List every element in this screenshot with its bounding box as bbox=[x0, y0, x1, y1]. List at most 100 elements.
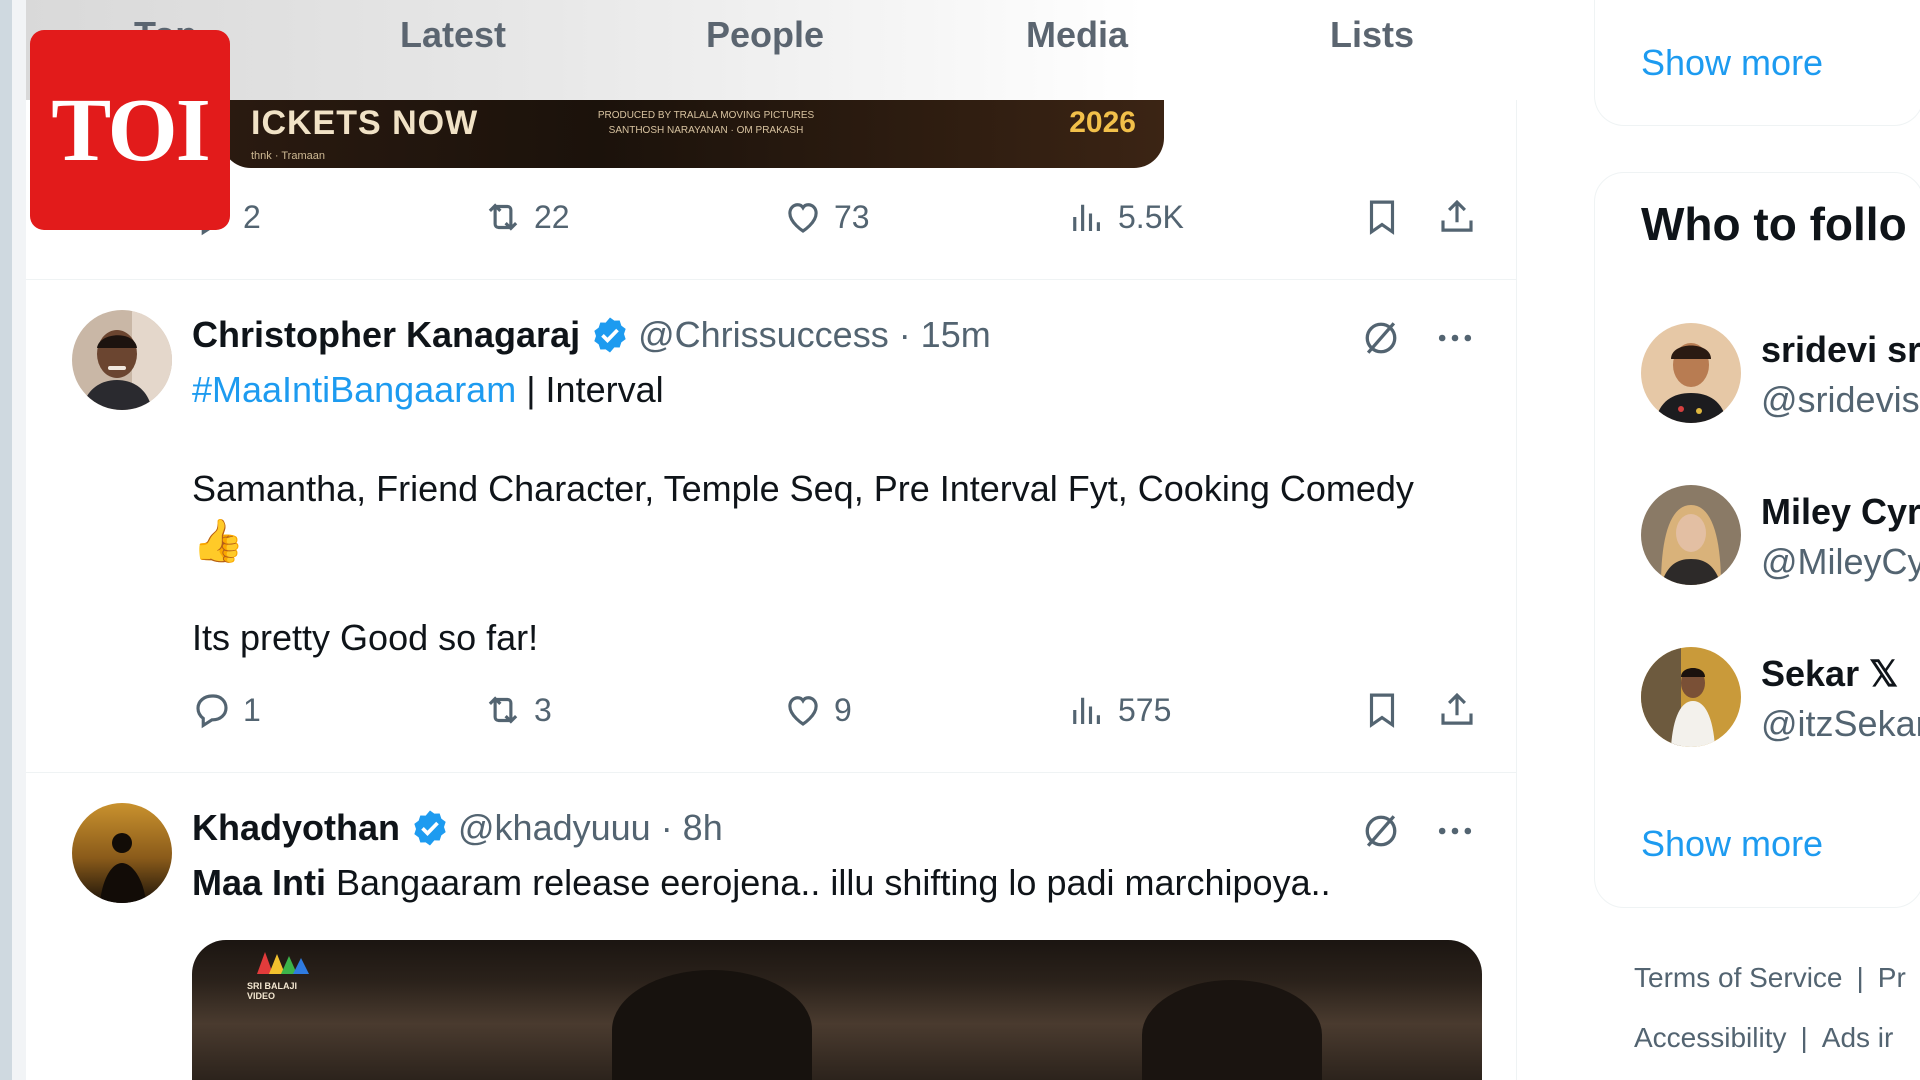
more-options-icon[interactable] bbox=[1433, 316, 1477, 360]
promo-logos: thnk · Tramaan bbox=[251, 150, 325, 162]
promo-year: 2026 bbox=[1069, 106, 1136, 139]
like-count: 9 bbox=[834, 691, 852, 728]
tweet-media-promo-poster[interactable]: ICKETS NOW PRODUCED BY TRALALA MOVING PI… bbox=[221, 100, 1164, 168]
repost-count: 22 bbox=[534, 198, 570, 235]
view-count: 575 bbox=[1118, 691, 1172, 728]
suggestion-handle: @itzSekar bbox=[1761, 703, 1920, 744]
footer-links-row-1: Terms of Service | Pr bbox=[1634, 962, 1906, 994]
show-more-link[interactable]: Show more bbox=[1641, 42, 1823, 84]
reply-count: 2 bbox=[243, 198, 261, 235]
promo-credits-line1: PRODUCED BY TRALALA MOVING PICTURES bbox=[597, 110, 815, 121]
search-tabs: Top Latest People Media Lists bbox=[26, 0, 1517, 100]
tab-lists[interactable]: Lists bbox=[1330, 14, 1414, 56]
grok-icon[interactable] bbox=[1359, 316, 1403, 360]
tab-people[interactable]: People bbox=[706, 14, 824, 56]
views-button[interactable]: 575 bbox=[1066, 689, 1171, 731]
view-count: 5.5K bbox=[1118, 198, 1184, 235]
author-handle-time[interactable]: @Chrissuccess · 15m bbox=[638, 314, 991, 356]
footer-separator: | bbox=[1800, 1022, 1808, 1053]
tweet-text: Maa Inti Bangaaram release eerojena.. il… bbox=[192, 857, 1482, 909]
suggestion-name: Sekar 𝕏 bbox=[1761, 653, 1899, 694]
reply-icon bbox=[196, 694, 228, 729]
heart-icon bbox=[788, 203, 818, 233]
tweet-text-line3: Its pretty Good so far! bbox=[192, 617, 539, 658]
video-frame-figure bbox=[612, 970, 812, 1080]
video-watermark-logo: SRI BALAJI VIDEO bbox=[247, 948, 317, 1001]
tweet-header: Christopher Kanagaraj @Chrissuccess · 15… bbox=[192, 314, 991, 356]
suggestion-name: Miley Cyr bbox=[1761, 491, 1920, 532]
right-sidebar: Show more Who to follo sridevi sr @sride… bbox=[1517, 0, 1920, 1080]
tweet-media-video[interactable]: SRI BALAJI VIDEO bbox=[192, 940, 1482, 1080]
bookmark-icon bbox=[1369, 200, 1395, 235]
ads-info-link[interactable]: Ads ir bbox=[1822, 1022, 1894, 1053]
share-button[interactable] bbox=[1436, 196, 1478, 238]
tweet-text-spacer bbox=[192, 416, 1482, 463]
like-count: 73 bbox=[834, 198, 870, 235]
bookmark-button[interactable] bbox=[1361, 196, 1403, 238]
accessibility-link[interactable]: Accessibility bbox=[1634, 1022, 1786, 1053]
main-timeline: Top Latest People Media Lists ICKETS NOW… bbox=[26, 0, 1517, 1080]
share-icon bbox=[1441, 199, 1473, 232]
tweet-text-line1-rest: | Interval bbox=[516, 369, 664, 410]
more-options-icon[interactable] bbox=[1433, 809, 1477, 853]
left-edge-strip-inner bbox=[12, 0, 26, 1080]
verified-badge-icon bbox=[414, 810, 446, 846]
tweet-top-actions bbox=[1359, 316, 1477, 360]
tab-latest[interactable]: Latest bbox=[400, 14, 506, 56]
hashtag-link[interactable]: #MaaIntiBangaaram bbox=[192, 369, 516, 410]
tweet-header: Khadyothan @khadyuuu · 8h bbox=[192, 807, 723, 849]
repost-button[interactable]: 22 bbox=[482, 196, 570, 238]
tweet-text-line1: #MaaIntiBangaaram | Interval bbox=[192, 364, 1482, 416]
verified-badge-icon bbox=[594, 317, 626, 353]
who-to-follow-card: Who to follo sridevi sr @sridevis Miley … bbox=[1594, 172, 1920, 908]
views-bar-chart-icon bbox=[1073, 697, 1100, 724]
grok-icon[interactable] bbox=[1359, 809, 1403, 853]
views-bar-chart-icon bbox=[1073, 204, 1100, 231]
video-watermark-text: SRI BALAJI VIDEO bbox=[247, 981, 298, 1001]
tweet-khadyothan[interactable]: Khadyothan @khadyuuu · 8h Maa Inti Banga… bbox=[26, 773, 1517, 1080]
repost-icon bbox=[488, 696, 518, 724]
avatar[interactable] bbox=[1641, 323, 1741, 423]
author-name[interactable]: Khadyothan bbox=[192, 807, 400, 849]
toi-logo-text: TOI bbox=[51, 80, 210, 180]
like-button[interactable]: 9 bbox=[782, 689, 852, 731]
suggestion-handle: @sridevis bbox=[1761, 379, 1920, 420]
reply-button[interactable]: 1 bbox=[191, 689, 261, 731]
follow-suggestion[interactable]: sridevi sr @sridevis bbox=[1641, 323, 1920, 433]
avatar[interactable] bbox=[1641, 647, 1741, 747]
repost-count: 3 bbox=[534, 691, 552, 728]
tweet-actions-0: 2 22 73 5.5K bbox=[26, 196, 1517, 256]
bookmark-button[interactable] bbox=[1361, 689, 1403, 731]
avatar[interactable] bbox=[72, 310, 172, 410]
suggestion-handle: @MileyCy bbox=[1761, 541, 1920, 582]
privacy-link[interactable]: Pr bbox=[1878, 962, 1906, 993]
tweet-text-line2: Samantha, Friend Character, Temple Seq, … bbox=[192, 468, 1414, 509]
author-handle-time[interactable]: @khadyuuu · 8h bbox=[458, 807, 723, 849]
reply-count: 1 bbox=[243, 691, 261, 728]
terms-of-service-link[interactable]: Terms of Service bbox=[1634, 962, 1843, 993]
views-button[interactable]: 5.5K bbox=[1066, 196, 1184, 238]
author-name[interactable]: Christopher Kanagaraj bbox=[192, 314, 580, 356]
like-button[interactable]: 73 bbox=[782, 196, 870, 238]
share-icon bbox=[1441, 692, 1473, 725]
avatar[interactable] bbox=[1641, 485, 1741, 585]
share-button[interactable] bbox=[1436, 689, 1478, 731]
bookmark-icon bbox=[1369, 693, 1395, 728]
avatar[interactable] bbox=[72, 803, 172, 903]
promo-credits-line2: SANTHOSH NARAYANAN · OM PRAKASH bbox=[608, 125, 804, 136]
repost-icon bbox=[488, 203, 518, 231]
thumbs-up-emoji: 👍 bbox=[192, 517, 245, 564]
tab-media[interactable]: Media bbox=[1026, 14, 1128, 56]
tweet-text-bold: Maa Inti bbox=[192, 862, 327, 903]
tweet-top-actions bbox=[1359, 809, 1477, 853]
trends-card: Show more bbox=[1594, 0, 1920, 126]
tweet-text: #MaaIntiBangaaram | Interval Samantha, F… bbox=[192, 364, 1482, 664]
footer-links-row-2: Accessibility | Ads ir bbox=[1634, 1022, 1893, 1054]
suggestion-name: sridevi sr bbox=[1761, 329, 1920, 370]
repost-button[interactable]: 3 bbox=[482, 689, 552, 731]
promo-credits: PRODUCED BY TRALALA MOVING PICTURES SANT… bbox=[591, 108, 821, 138]
follow-suggestion[interactable]: Sekar 𝕏 @itzSekar bbox=[1641, 647, 1920, 757]
follow-suggestion[interactable]: Miley Cyr @MileyCy bbox=[1641, 485, 1920, 595]
who-to-follow-title: Who to follo bbox=[1641, 198, 1907, 250]
show-more-link[interactable]: Show more bbox=[1641, 823, 1823, 865]
